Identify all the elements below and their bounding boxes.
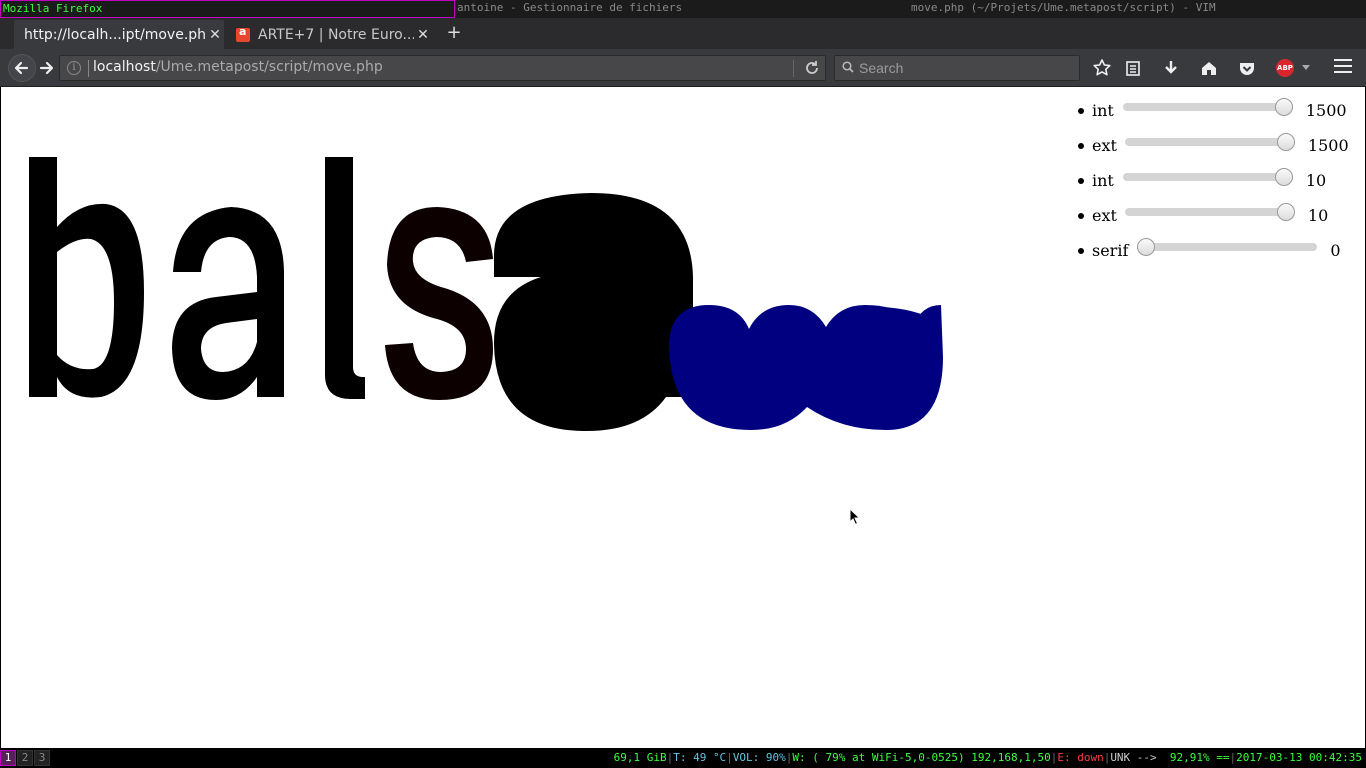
volume-status: VOL: 90%: [732, 751, 786, 764]
blue-blob-shape: [669, 305, 943, 430]
bullet: [1078, 213, 1084, 219]
temp-status: T: 49 °C: [673, 751, 727, 764]
mouse-cursor-icon: [849, 508, 861, 526]
url-divider: [88, 60, 89, 77]
slider-value: 10: [1307, 206, 1329, 225]
page-content: int 1500 ext 1500 int 10 ext 10 serif 0: [1, 87, 1365, 748]
window-title-file-manager[interactable]: antoine - Gestionnaire de fichiers: [455, 0, 909, 18]
int-slider[interactable]: [1122, 173, 1293, 181]
new-tab-plus-icon[interactable]: +: [444, 22, 464, 44]
bullet: [1078, 248, 1084, 254]
reload-icon[interactable]: [800, 56, 824, 80]
slider-row-ext: ext 10: [1067, 202, 1349, 237]
int-slider[interactable]: [1122, 103, 1293, 111]
search-input[interactable]: [859, 58, 1074, 78]
tab-arte[interactable]: ARTE+7 | Notre Euro... ✕: [226, 20, 432, 49]
url-divider: [793, 60, 794, 77]
slider-value: 1500: [1305, 101, 1347, 120]
bullet: [1078, 143, 1084, 149]
slider-row-serif: serif 0: [1067, 237, 1349, 272]
workspace-button[interactable]: 2: [17, 750, 33, 766]
battery-status: 92,91% ==: [1169, 751, 1230, 764]
window-title-firefox[interactable]: Mozilla Firefox: [0, 0, 455, 18]
url-host: localhost: [93, 59, 156, 75]
url-path: /Ume.metapost/script/move.php: [155, 59, 383, 75]
black-blob-shape: [493, 193, 693, 432]
slider-value: 10: [1305, 171, 1327, 190]
ext-slider[interactable]: [1124, 208, 1295, 216]
glyph-b: [29, 157, 144, 398]
info-icon[interactable]: i: [67, 61, 81, 75]
slider-label: int: [1092, 171, 1114, 190]
tab-label: ARTE+7 | Notre Euro...: [258, 26, 414, 43]
slider-label: ext: [1092, 206, 1117, 225]
wifi-status: W: ( 79% at WiFi-5,0-0525) 192,168,1,50: [792, 751, 1051, 764]
disk-status: 69,1 GiB: [613, 751, 667, 764]
window-title-vim[interactable]: move.php (~/Projets/Ume.metapost/script)…: [909, 0, 1366, 18]
tab-move-php[interactable]: http://localh...ipt/move.php ✕: [14, 20, 224, 49]
reading-list-icon[interactable]: [1120, 55, 1146, 81]
adblock-plus-icon[interactable]: ABP: [1276, 59, 1294, 77]
arte-favicon-icon: [236, 25, 250, 42]
glyph-l: [325, 157, 365, 399]
url-bar[interactable]: i localhost/Ume.metapost/script/move.php: [59, 55, 826, 81]
slider-row-int: int 10: [1067, 167, 1349, 202]
slider-label: ext: [1092, 136, 1117, 155]
bookmark-star-icon[interactable]: [1089, 55, 1115, 81]
bullet: [1078, 178, 1084, 184]
ext-slider[interactable]: [1124, 138, 1295, 146]
home-icon[interactable]: [1196, 55, 1222, 81]
forward-arrow-icon[interactable]: [34, 55, 60, 81]
close-icon[interactable]: ✕: [414, 27, 432, 43]
close-icon[interactable]: ✕: [206, 27, 224, 43]
unk-status: UNK -->: [1110, 751, 1157, 764]
ethernet-status: E: down: [1057, 751, 1104, 764]
serif-slider[interactable]: [1137, 243, 1318, 251]
parameter-slider-list: int 1500 ext 1500 int 10 ext 10 serif 0: [1067, 97, 1349, 272]
glyph-s: [385, 207, 493, 400]
back-arrow-icon[interactable]: [8, 54, 36, 82]
slider-row-int: int 1500: [1067, 97, 1349, 132]
url-text[interactable]: localhost/Ume.metapost/script/move.php: [93, 59, 383, 75]
chevron-down-icon[interactable]: [1302, 65, 1310, 70]
slider-row-ext: ext 1500: [1067, 132, 1349, 167]
pocket-icon[interactable]: [1234, 55, 1260, 81]
slider-label: int: [1092, 101, 1114, 120]
workspace-button[interactable]: 3: [34, 750, 50, 766]
glyph-a: [172, 207, 284, 400]
datetime-status: 2017-03-13 00:42:35: [1236, 751, 1362, 764]
workspace-button[interactable]: 1: [0, 750, 16, 766]
status-info: 69,1 GiB|T: 49 °C|VOL: 90%|W: ( 79% at W…: [613, 751, 1362, 764]
tab-label: http://localh...ipt/move.php: [24, 26, 206, 43]
navigation-toolbar: i localhost/Ume.metapost/script/move.php…: [0, 49, 1366, 87]
download-icon[interactable]: [1158, 55, 1184, 81]
bullet: [1078, 108, 1084, 114]
window-title-bar: Mozilla Firefox antoine - Gestionnaire d…: [0, 0, 1366, 18]
status-bar: 1 2 3 69,1 GiB|T: 49 °C|VOL: 90%|W: ( 79…: [0, 748, 1366, 768]
search-bar[interactable]: [834, 55, 1080, 81]
slider-value: 0: [1330, 241, 1341, 260]
slider-label: serif: [1092, 241, 1129, 260]
search-icon: [842, 61, 854, 73]
hamburger-menu-icon[interactable]: [1334, 59, 1352, 75]
slider-value: 1500: [1307, 136, 1349, 155]
tab-bar: http://localh...ipt/move.php ✕ ARTE+7 | …: [0, 18, 1366, 49]
